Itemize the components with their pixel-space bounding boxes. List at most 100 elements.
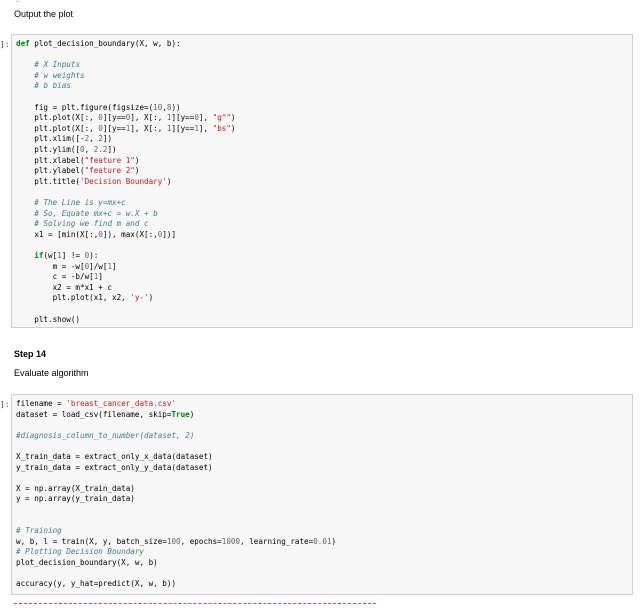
code-line: # X Inputs (16, 60, 80, 70)
code-token: plt.plot(X[:, (16, 123, 99, 133)
code-line: accuracy(y, y_hat=predict(X, w, b)) (16, 579, 176, 589)
code-line: # w weights (16, 70, 85, 81)
code-token: ], (198, 123, 213, 133)
code-token: ], X[:, (130, 113, 167, 123)
code-line: c = -b/w[1] (16, 272, 103, 282)
code-line: plt.xlim([-2, 2]) (16, 134, 112, 144)
code-token: ], X[:, (130, 123, 167, 133)
code-token: def (16, 39, 35, 48)
code-token: 1000 (221, 536, 241, 546)
code-token: 'Decision Boundary' (80, 176, 167, 186)
code-cell-evaluate[interactable]: filename = 'breast_cancer_data.csv'datas… (11, 394, 633, 595)
code-token: ): (89, 251, 99, 260)
code-token: plt.ylim([ (16, 145, 81, 154)
code-token: # The Line is y=mx+c (34, 198, 126, 207)
code-line: plt.plot(X[:, 0][y==0], X[:, 1][y==0], "… (16, 113, 236, 123)
code-token: x1 = [min(X[:, (16, 229, 99, 239)
code-token: plt.xlabel( (16, 155, 85, 165)
code-token: ) (230, 123, 236, 133)
code-token: # Training (16, 526, 62, 536)
code-token: X = np.array(X_train_data) (16, 483, 135, 493)
code-line: dataset = load_csv(filename, skip=True) (16, 410, 194, 420)
code-line: plt.ylim([0, 2.2]) (16, 145, 117, 155)
code-token: True (171, 409, 190, 419)
code-token: # Solving we find m and c (34, 219, 149, 229)
code-token: plt.plot(x1, x2, (16, 293, 131, 303)
code-token: , learning_rate= (240, 536, 314, 546)
code-token: # X Inputs (34, 60, 81, 70)
code-line: def plot_decision_boundary(X, w, b): (16, 39, 181, 49)
code-token: "bs" (212, 123, 231, 133)
code-token: ) (148, 293, 154, 303)
code-line: plt.plot(X[:, 0][y==1], X[:, 1][y==1], "… (16, 123, 236, 134)
code-token: 100 (166, 536, 181, 546)
markdown-evaluate-algorithm: Evaluate algorithm (14, 368, 89, 378)
code-token: 0.01 (313, 536, 332, 546)
code-token: plt.ylabel( (16, 166, 85, 176)
code-token: ] != (61, 251, 85, 260)
code-token: filename = (16, 399, 67, 408)
code-token: 'breast_cancer_data.csv' (66, 399, 177, 408)
code-line: x1 = [min(X[:,0]), max(X[:,0])] (16, 230, 176, 240)
code-line: # So, Equate mx+c = w.X + b (16, 208, 158, 219)
cell-prompt: ]: (0, 400, 10, 409)
code-token: )) (171, 102, 181, 112)
code-token: ] (98, 272, 103, 282)
code-token: plot_decision_boundary(X, w, b): (34, 39, 181, 48)
code-token: plot_decision_boundary(X, w, b) (16, 558, 158, 567)
code-token: , (84, 145, 94, 154)
code-token: ) (189, 409, 195, 419)
code-token: ) (134, 166, 140, 176)
code-line: if(w[1] != 0): (16, 251, 98, 261)
code-token: ) (166, 176, 172, 186)
code-line: plt.ylabel("feature 2") (16, 166, 139, 176)
code-token: ]) (107, 145, 117, 154)
code-token: plt.show() (16, 314, 81, 324)
code-token: c = -b/w[ (16, 272, 94, 282)
code-token: x2 = m*x1 + c (16, 282, 113, 292)
code-token: "feature 1" (84, 155, 135, 165)
code-token: ]) (102, 134, 113, 144)
code-line: plot_decision_boundary(X, w, b) (16, 558, 158, 568)
code-line: #diagnosis_column_to_number(dataset, 2) (16, 431, 194, 441)
code-token: ) (331, 536, 337, 546)
code-line: plt.plot(x1, x2, 'y-') (16, 293, 154, 303)
code-token: m = -w[ (16, 261, 85, 271)
code-token: plt.plot(X[:, (16, 113, 99, 123)
code-line: # Solving we find m and c (16, 219, 149, 229)
code-token: # So, Equate mx+c = w.X + b (34, 208, 158, 218)
collapse-caret-icon: ⌃ (15, 1, 21, 7)
cell-prompt: ]: (0, 40, 10, 49)
step-heading: Step 14 (14, 349, 47, 359)
code-token: # w weights (34, 70, 85, 80)
code-token: ) (230, 113, 236, 123)
code-line: plt.show() (16, 315, 80, 325)
code-token: "g^" (212, 113, 231, 123)
code-token: 10 (153, 102, 163, 112)
code-token: X_train_data = extract_only_x_data(datas… (16, 452, 213, 461)
code-token: ][y== (102, 123, 126, 133)
code-token: y = np.array(y_train_data) (16, 494, 135, 504)
code-token: , epochs= (180, 536, 222, 546)
code-token: #diagnosis_column_to_number(dataset, 2) (16, 430, 195, 440)
code-token: ]), max(X[:, (102, 229, 158, 239)
code-line: plt.xlabel("feature 1") (16, 156, 139, 166)
code-line: y = np.array(y_train_data) (16, 494, 135, 504)
code-token: accuracy(y, y_hat=predict(X, w, b)) (16, 579, 177, 589)
code-token: 2.2 (93, 145, 108, 154)
markdown-output-plot: Output the plot (14, 9, 74, 19)
code-token: ], (198, 113, 213, 123)
code-cell-plot-decision-boundary[interactable]: def plot_decision_boundary(X, w, b): # X… (11, 34, 633, 328)
code-line: plt.title('Decision Boundary') (16, 177, 171, 187)
code-line: X_train_data = extract_only_x_data(datas… (16, 452, 213, 462)
code-token: w, b, l = train(X, y, batch_size= (16, 536, 167, 546)
code-line: x2 = m*x1 + c (16, 283, 112, 293)
code-line: # The Line is y=mx+c (16, 198, 126, 208)
